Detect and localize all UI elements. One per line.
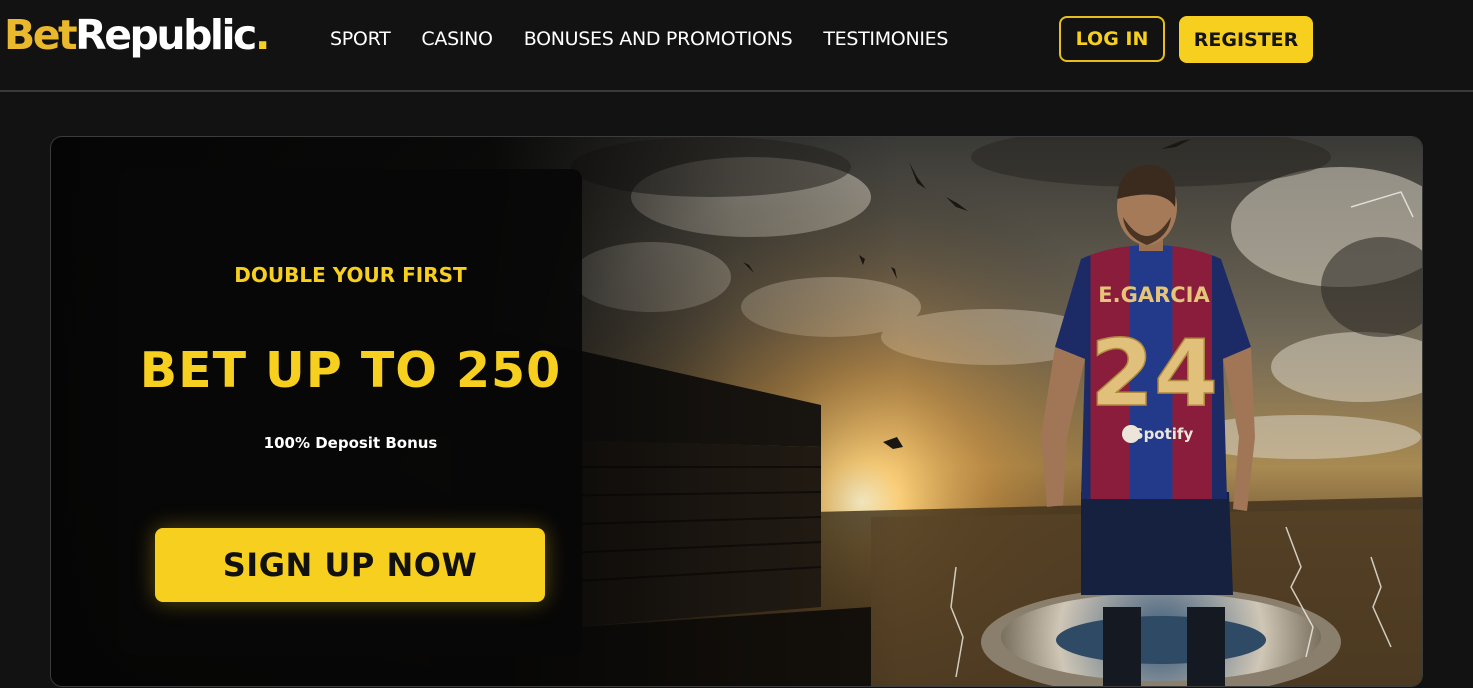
register-button[interactable]: REGISTER bbox=[1179, 16, 1313, 63]
promo-card: DOUBLE YOUR FIRST BET UP TO 250 100% Dep… bbox=[119, 169, 582, 655]
nav-item-sport[interactable]: SPORT bbox=[330, 26, 391, 53]
site-header: BetRepublic. SPORT CASINO BONUSES AND PR… bbox=[0, 0, 1473, 92]
logo-bet-text: Bet bbox=[4, 11, 78, 59]
nav-item-bonuses-and-promotions[interactable]: BONUSES AND PROMOTIONS bbox=[524, 26, 793, 53]
promo-headline: BET UP TO 250 bbox=[139, 342, 562, 399]
jersey-name-text: E.GARCIA bbox=[1098, 283, 1210, 307]
nav-item-casino[interactable]: CASINO bbox=[421, 26, 493, 53]
logo-dot: . bbox=[254, 11, 271, 59]
login-button[interactable]: LOG IN bbox=[1059, 16, 1165, 62]
hero-banner: E.GARCIA 24 Spotify DOUBLE YOUR FIRST BE… bbox=[50, 136, 1423, 687]
jersey-number-text: 24 bbox=[1090, 320, 1218, 427]
jersey-sponsor-text: Spotify bbox=[1133, 425, 1194, 443]
brand-logo[interactable]: BetRepublic. bbox=[4, 8, 271, 62]
main-nav: SPORT CASINO BONUSES AND PROMOTIONS TEST… bbox=[330, 26, 948, 53]
promo-subtitle: 100% Deposit Bonus bbox=[263, 434, 438, 452]
sign-up-button[interactable]: SIGN UP NOW bbox=[155, 528, 545, 602]
logo-republic-text: Republic bbox=[75, 11, 257, 59]
promo-pre-title: DOUBLE YOUR FIRST bbox=[234, 263, 467, 287]
nav-item-testimonies[interactable]: TESTIMONIES bbox=[823, 26, 948, 53]
